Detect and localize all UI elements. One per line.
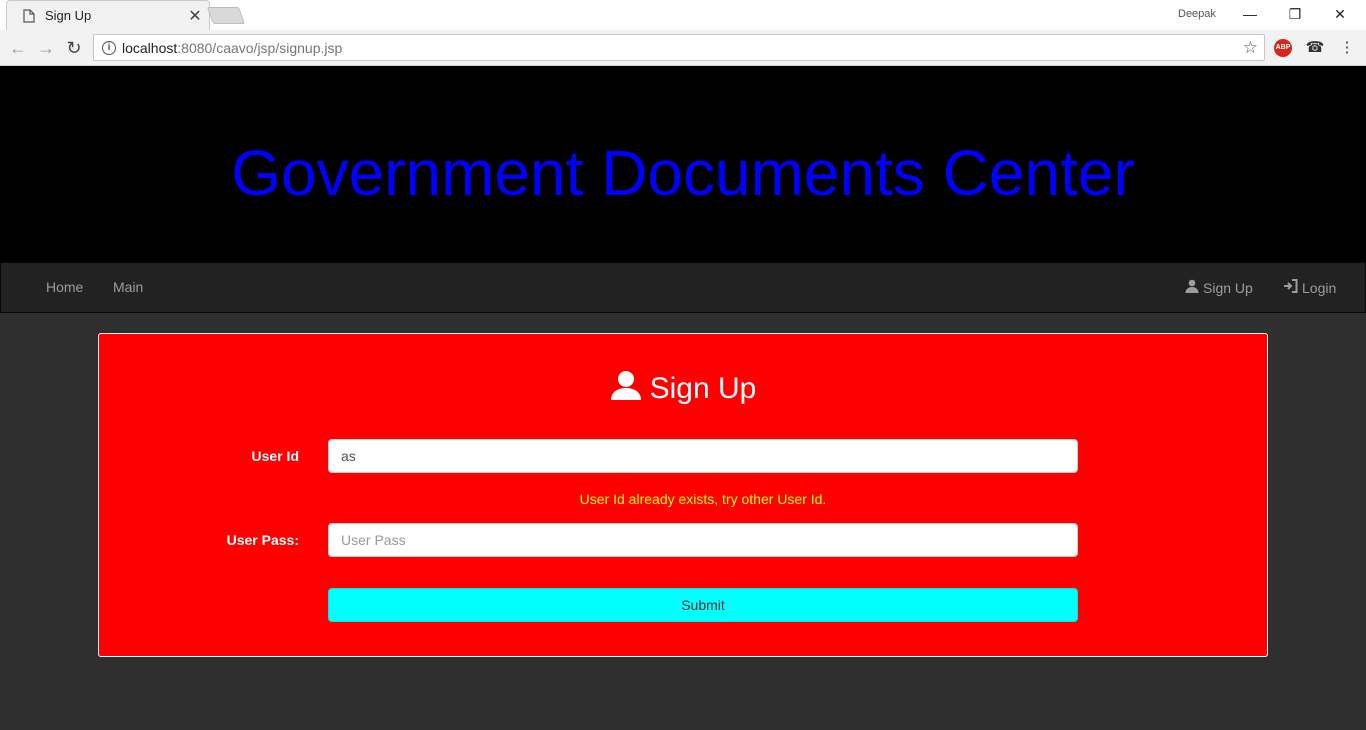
user-icon: [1185, 279, 1199, 296]
nav-signup-link[interactable]: Sign Up: [1185, 279, 1253, 296]
page-icon: [23, 8, 35, 23]
site-header: Government Documents Center: [0, 66, 1366, 262]
userid-value: as: [341, 448, 356, 464]
restore-icon[interactable]: ❐: [1273, 4, 1317, 24]
reload-icon[interactable]: ↻: [64, 38, 84, 58]
userpass-label: User Pass:: [226, 532, 299, 548]
userpass-placeholder: User Pass: [341, 532, 406, 548]
navbar: Home Main Sign Up Login: [0, 262, 1366, 313]
extension-icon[interactable]: ☎: [1304, 37, 1326, 59]
panel-heading: Sign Up: [99, 370, 1267, 408]
browser-tab[interactable]: Sign Up ✕: [6, 0, 210, 30]
url-path: :8080/caavo/jsp/signup.jsp: [177, 39, 343, 56]
url-host: localhost: [122, 39, 178, 56]
form-heading: Sign Up: [649, 372, 757, 405]
login-icon: [1283, 279, 1298, 296]
back-icon[interactable]: ←: [8, 38, 28, 58]
submit-button[interactable]: Submit: [328, 588, 1078, 622]
browser-tabstrip: Sign Up ✕ Deepak — ❐ ✕: [0, 0, 1366, 30]
userid-label: User Id: [251, 448, 299, 464]
nav-main-link[interactable]: Main: [113, 279, 143, 295]
browser-toolbar: ← → ↻ i localhost :8080/caavo/jsp/signup…: [0, 30, 1366, 66]
address-bar[interactable]: i localhost :8080/caavo/jsp/signup.jsp ☆: [93, 34, 1265, 61]
userid-input[interactable]: as: [328, 439, 1078, 473]
signup-panel: Sign Up User Id as User Id already exist…: [98, 333, 1268, 657]
menu-icon[interactable]: ⋮: [1336, 37, 1358, 59]
nav-login-label: Login: [1302, 279, 1337, 296]
minimize-icon[interactable]: —: [1228, 4, 1272, 24]
user-icon: [610, 370, 642, 408]
bookmark-star-icon[interactable]: ☆: [1243, 38, 1258, 58]
error-message: User Id already exists, try other User I…: [579, 491, 827, 507]
tab-title: Sign Up: [45, 8, 92, 23]
profile-name[interactable]: Deepak: [1178, 8, 1216, 20]
info-icon[interactable]: i: [102, 40, 116, 55]
nav-signup-label: Sign Up: [1203, 279, 1253, 296]
nav-home-link[interactable]: Home: [46, 279, 83, 295]
site-title: Government Documents Center: [231, 137, 1135, 209]
forward-icon[interactable]: →: [36, 38, 56, 58]
adblock-extension-icon[interactable]: ABP: [1272, 37, 1294, 59]
new-tab-button[interactable]: [206, 7, 246, 24]
close-tab-icon[interactable]: ✕: [181, 6, 209, 26]
nav-login-link[interactable]: Login: [1283, 279, 1336, 296]
close-window-icon[interactable]: ✕: [1318, 4, 1362, 24]
userpass-input[interactable]: User Pass: [328, 523, 1078, 557]
